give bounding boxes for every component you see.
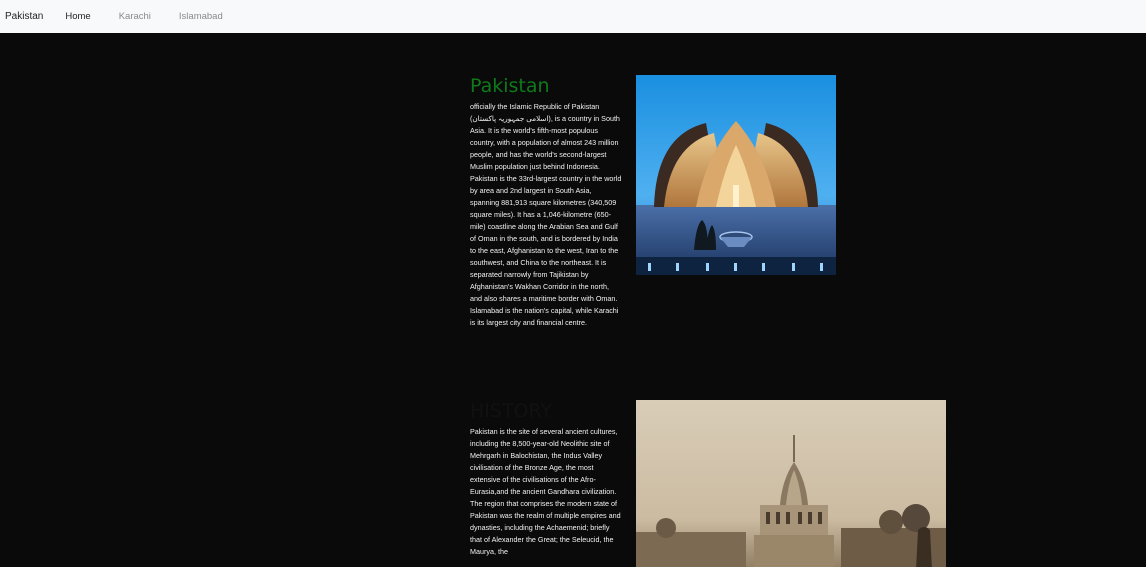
main-content: Pakistan officially the Islamic Republic… xyxy=(0,33,1146,567)
history-heading: HISTORY xyxy=(470,400,553,422)
nav-link-home[interactable]: Home xyxy=(65,11,90,22)
nav-link-karachi[interactable]: Karachi xyxy=(119,11,151,22)
history-temple-image xyxy=(636,400,946,567)
history-text-block: HISTORY Pakistan is the site of several … xyxy=(470,400,622,558)
pakistan-heading: Pakistan xyxy=(470,75,550,97)
pakistan-text-block: Pakistan officially the Islamic Republic… xyxy=(470,75,622,329)
pakistan-monument-image xyxy=(636,75,836,275)
top-navbar: Pakistan Home Karachi Islamabad xyxy=(0,0,1146,33)
historic-temple-photo xyxy=(636,400,946,567)
nav-link-islamabad[interactable]: Islamabad xyxy=(179,11,223,22)
navbar-brand[interactable]: Pakistan xyxy=(5,11,43,22)
history-description: Pakistan is the site of several ancient … xyxy=(470,427,621,556)
pakistan-monument-photo xyxy=(636,75,836,275)
pakistan-description: officially the Islamic Republic of Pakis… xyxy=(470,102,622,327)
